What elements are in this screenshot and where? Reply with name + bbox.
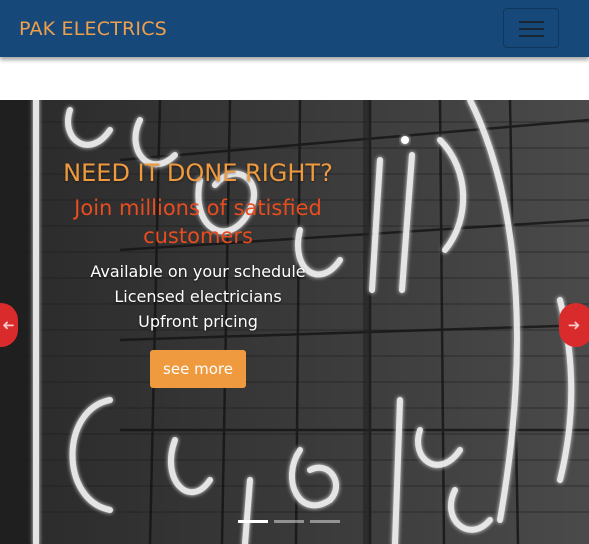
menu-toggle-button[interactable] — [503, 8, 559, 48]
feature-item: Upfront pricing — [138, 312, 258, 331]
feature-item: Licensed electricians — [114, 287, 282, 306]
brand-logo-link[interactable]: PAK ELECTRICS — [19, 18, 167, 40]
hero-subheadline: Join millions of satisfied customers — [74, 196, 322, 248]
feature-list: Available on your schedule Licensed elec… — [60, 259, 336, 334]
carousel-next-button[interactable]: ➜ — [559, 303, 589, 347]
see-more-button[interactable]: see more — [150, 350, 246, 388]
navbar: PAK ELECTRICS — [0, 0, 589, 57]
feature-item: Available on your schedule — [90, 262, 306, 281]
carousel-indicator-3[interactable] — [310, 520, 340, 523]
carousel-indicator-2[interactable] — [274, 520, 304, 523]
hero-caption: NEED IT DONE RIGHT? Join millions of sat… — [60, 158, 336, 388]
arrow-right-icon: ➜ — [567, 316, 581, 334]
arrow-left-icon: ➜ — [1, 316, 15, 334]
carousel-indicator-1[interactable] — [238, 520, 268, 523]
hero-headline: NEED IT DONE RIGHT? — [63, 159, 333, 187]
